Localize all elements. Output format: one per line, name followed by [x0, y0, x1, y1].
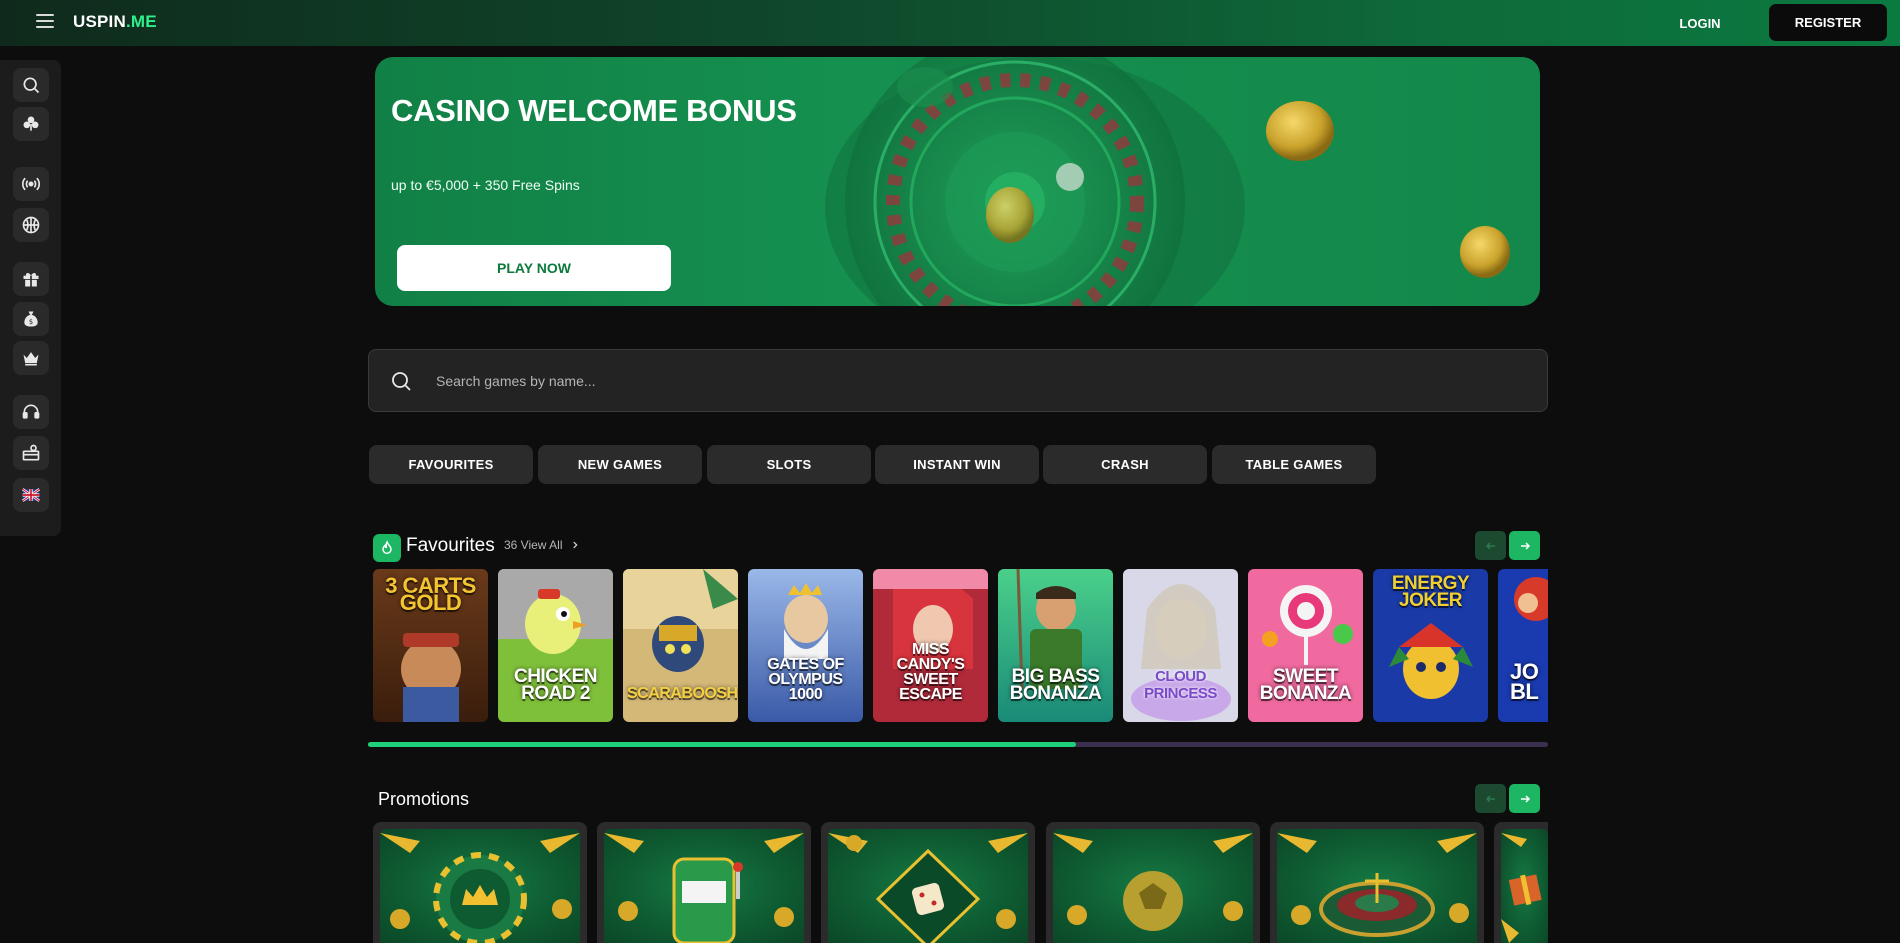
logo[interactable]: USPIN.ME: [73, 12, 157, 32]
game-tile-cloud-princess[interactable]: CLOUD PRINCESS: [1123, 569, 1238, 722]
category-slots[interactable]: SLOTS: [707, 445, 871, 484]
promo-card-vip[interactable]: [373, 822, 587, 943]
uk-flag-icon[interactable]: [13, 478, 49, 512]
sidebar-search-icon[interactable]: [13, 68, 49, 102]
register-button[interactable]: REGISTER: [1769, 4, 1887, 41]
sidebar: $: [0, 60, 61, 536]
game-title: BIG BASS BONANZA: [1009, 666, 1102, 704]
promo-card-gift[interactable]: [1494, 822, 1548, 943]
game-tile-energy-joker[interactable]: ENERGY JOKER: [1373, 569, 1488, 722]
headset-icon[interactable]: [13, 395, 49, 429]
game-tile-3-carts-gold[interactable]: 3 CARTS GOLD: [373, 569, 488, 722]
favourites-prev-button[interactable]: [1475, 531, 1506, 560]
promo-card-slots[interactable]: [597, 822, 811, 943]
logo-text: USPIN: [73, 12, 126, 31]
clubs-icon[interactable]: [13, 107, 49, 141]
logo-domain: .ME: [125, 12, 157, 31]
search-input[interactable]: [436, 350, 1516, 411]
favourites-view-all[interactable]: 36 View All: [504, 538, 580, 552]
game-title: SWEET BONANZA: [1259, 666, 1352, 704]
arrow-right-icon: [1520, 541, 1530, 550]
promotions-prev-button[interactable]: [1475, 784, 1506, 813]
game-title: MISS CANDY'S SWEET ESCAPE: [896, 641, 965, 703]
category-new-games[interactable]: NEW GAMES: [538, 445, 702, 484]
promo-card-sports[interactable]: [1046, 822, 1260, 943]
game-tile-big-bass-bonanza[interactable]: BIG BASS BONANZA: [998, 569, 1113, 722]
arrow-left-icon: [1485, 794, 1495, 803]
category-instant-win[interactable]: INSTANT WIN: [875, 445, 1039, 484]
favourites-scrollbar[interactable]: [368, 742, 1548, 747]
arrow-right-icon: [1520, 794, 1530, 803]
crown-chip-icon: [380, 833, 580, 943]
dice-icon: [828, 833, 1028, 943]
game-search-box: [368, 349, 1548, 412]
chevron-right-icon: [573, 541, 579, 549]
game-title: 3 CARTS GOLD: [385, 573, 476, 615]
game-title: JO BL: [1510, 659, 1539, 704]
category-crash[interactable]: CRASH: [1043, 445, 1207, 484]
category-favourites[interactable]: FAVOURITES: [369, 445, 533, 484]
banner-subtitle: up to €5,000 + 350 Free Spins: [391, 177, 580, 193]
cashier-icon[interactable]: [13, 436, 49, 470]
gift-icon[interactable]: [13, 262, 49, 296]
game-tile-scaraboosh[interactable]: SCARABOOSH: [623, 569, 738, 722]
view-all-label: 36 View All: [504, 538, 563, 552]
game-title: GATES OF OLYMPUS 1000: [767, 656, 844, 703]
football-icon: [1053, 833, 1253, 931]
flame-icon: [373, 534, 401, 562]
favourites-next-button[interactable]: [1509, 531, 1540, 560]
banner-title: CASINO WELCOME BONUS: [391, 93, 797, 128]
play-now-button[interactable]: PLAY NOW: [397, 245, 671, 291]
game-title: CHICKEN ROAD 2: [513, 666, 598, 704]
promotions-title: Promotions: [378, 789, 470, 809]
arrow-left-icon: [1485, 541, 1495, 550]
welcome-bonus-banner[interactable]: CASINO WELCOME BONUS up to €5,000 + 350 …: [375, 57, 1540, 306]
game-tile-miss-candys-sweet-escape[interactable]: MISS CANDY'S SWEET ESCAPE: [873, 569, 988, 722]
promotions-next-button[interactable]: [1509, 784, 1540, 813]
login-button[interactable]: LOGIN: [1660, 8, 1740, 38]
crown-icon[interactable]: [13, 341, 49, 375]
menu-icon[interactable]: [36, 14, 54, 28]
roulette-illustration: [825, 57, 1510, 306]
game-title: CLOUD PRINCESS: [1144, 668, 1217, 702]
game-tile-gates-of-olympus[interactable]: GATES OF OLYMPUS 1000: [748, 569, 863, 722]
scrollbar-thumb[interactable]: [368, 742, 1076, 747]
roulette-icon: [1277, 833, 1477, 937]
search-icon: [392, 372, 411, 391]
promo-card-roulette[interactable]: [1270, 822, 1484, 943]
money-bag-icon[interactable]: $: [13, 302, 49, 336]
slot-machine-icon: [604, 833, 804, 943]
game-title: SCARABOOSH: [627, 685, 738, 702]
top-bar: USPIN.ME LOGIN REGISTER: [0, 0, 1900, 46]
svg-text:$: $: [29, 318, 33, 326]
game-tile-joker-blast[interactable]: JO BL: [1498, 569, 1548, 722]
gift-box-icon: [1501, 833, 1542, 943]
favourites-title: Favourites: [406, 535, 495, 556]
promo-card-dice[interactable]: [821, 822, 1035, 943]
basketball-icon[interactable]: [13, 208, 49, 242]
game-title: ENERGY JOKER: [1391, 573, 1470, 611]
category-table-games[interactable]: TABLE GAMES: [1212, 445, 1376, 484]
live-broadcast-icon[interactable]: [13, 167, 49, 201]
game-tile-chicken-road-2[interactable]: CHICKEN ROAD 2: [498, 569, 613, 722]
game-tile-sweet-bonanza[interactable]: SWEET BONANZA: [1248, 569, 1363, 722]
